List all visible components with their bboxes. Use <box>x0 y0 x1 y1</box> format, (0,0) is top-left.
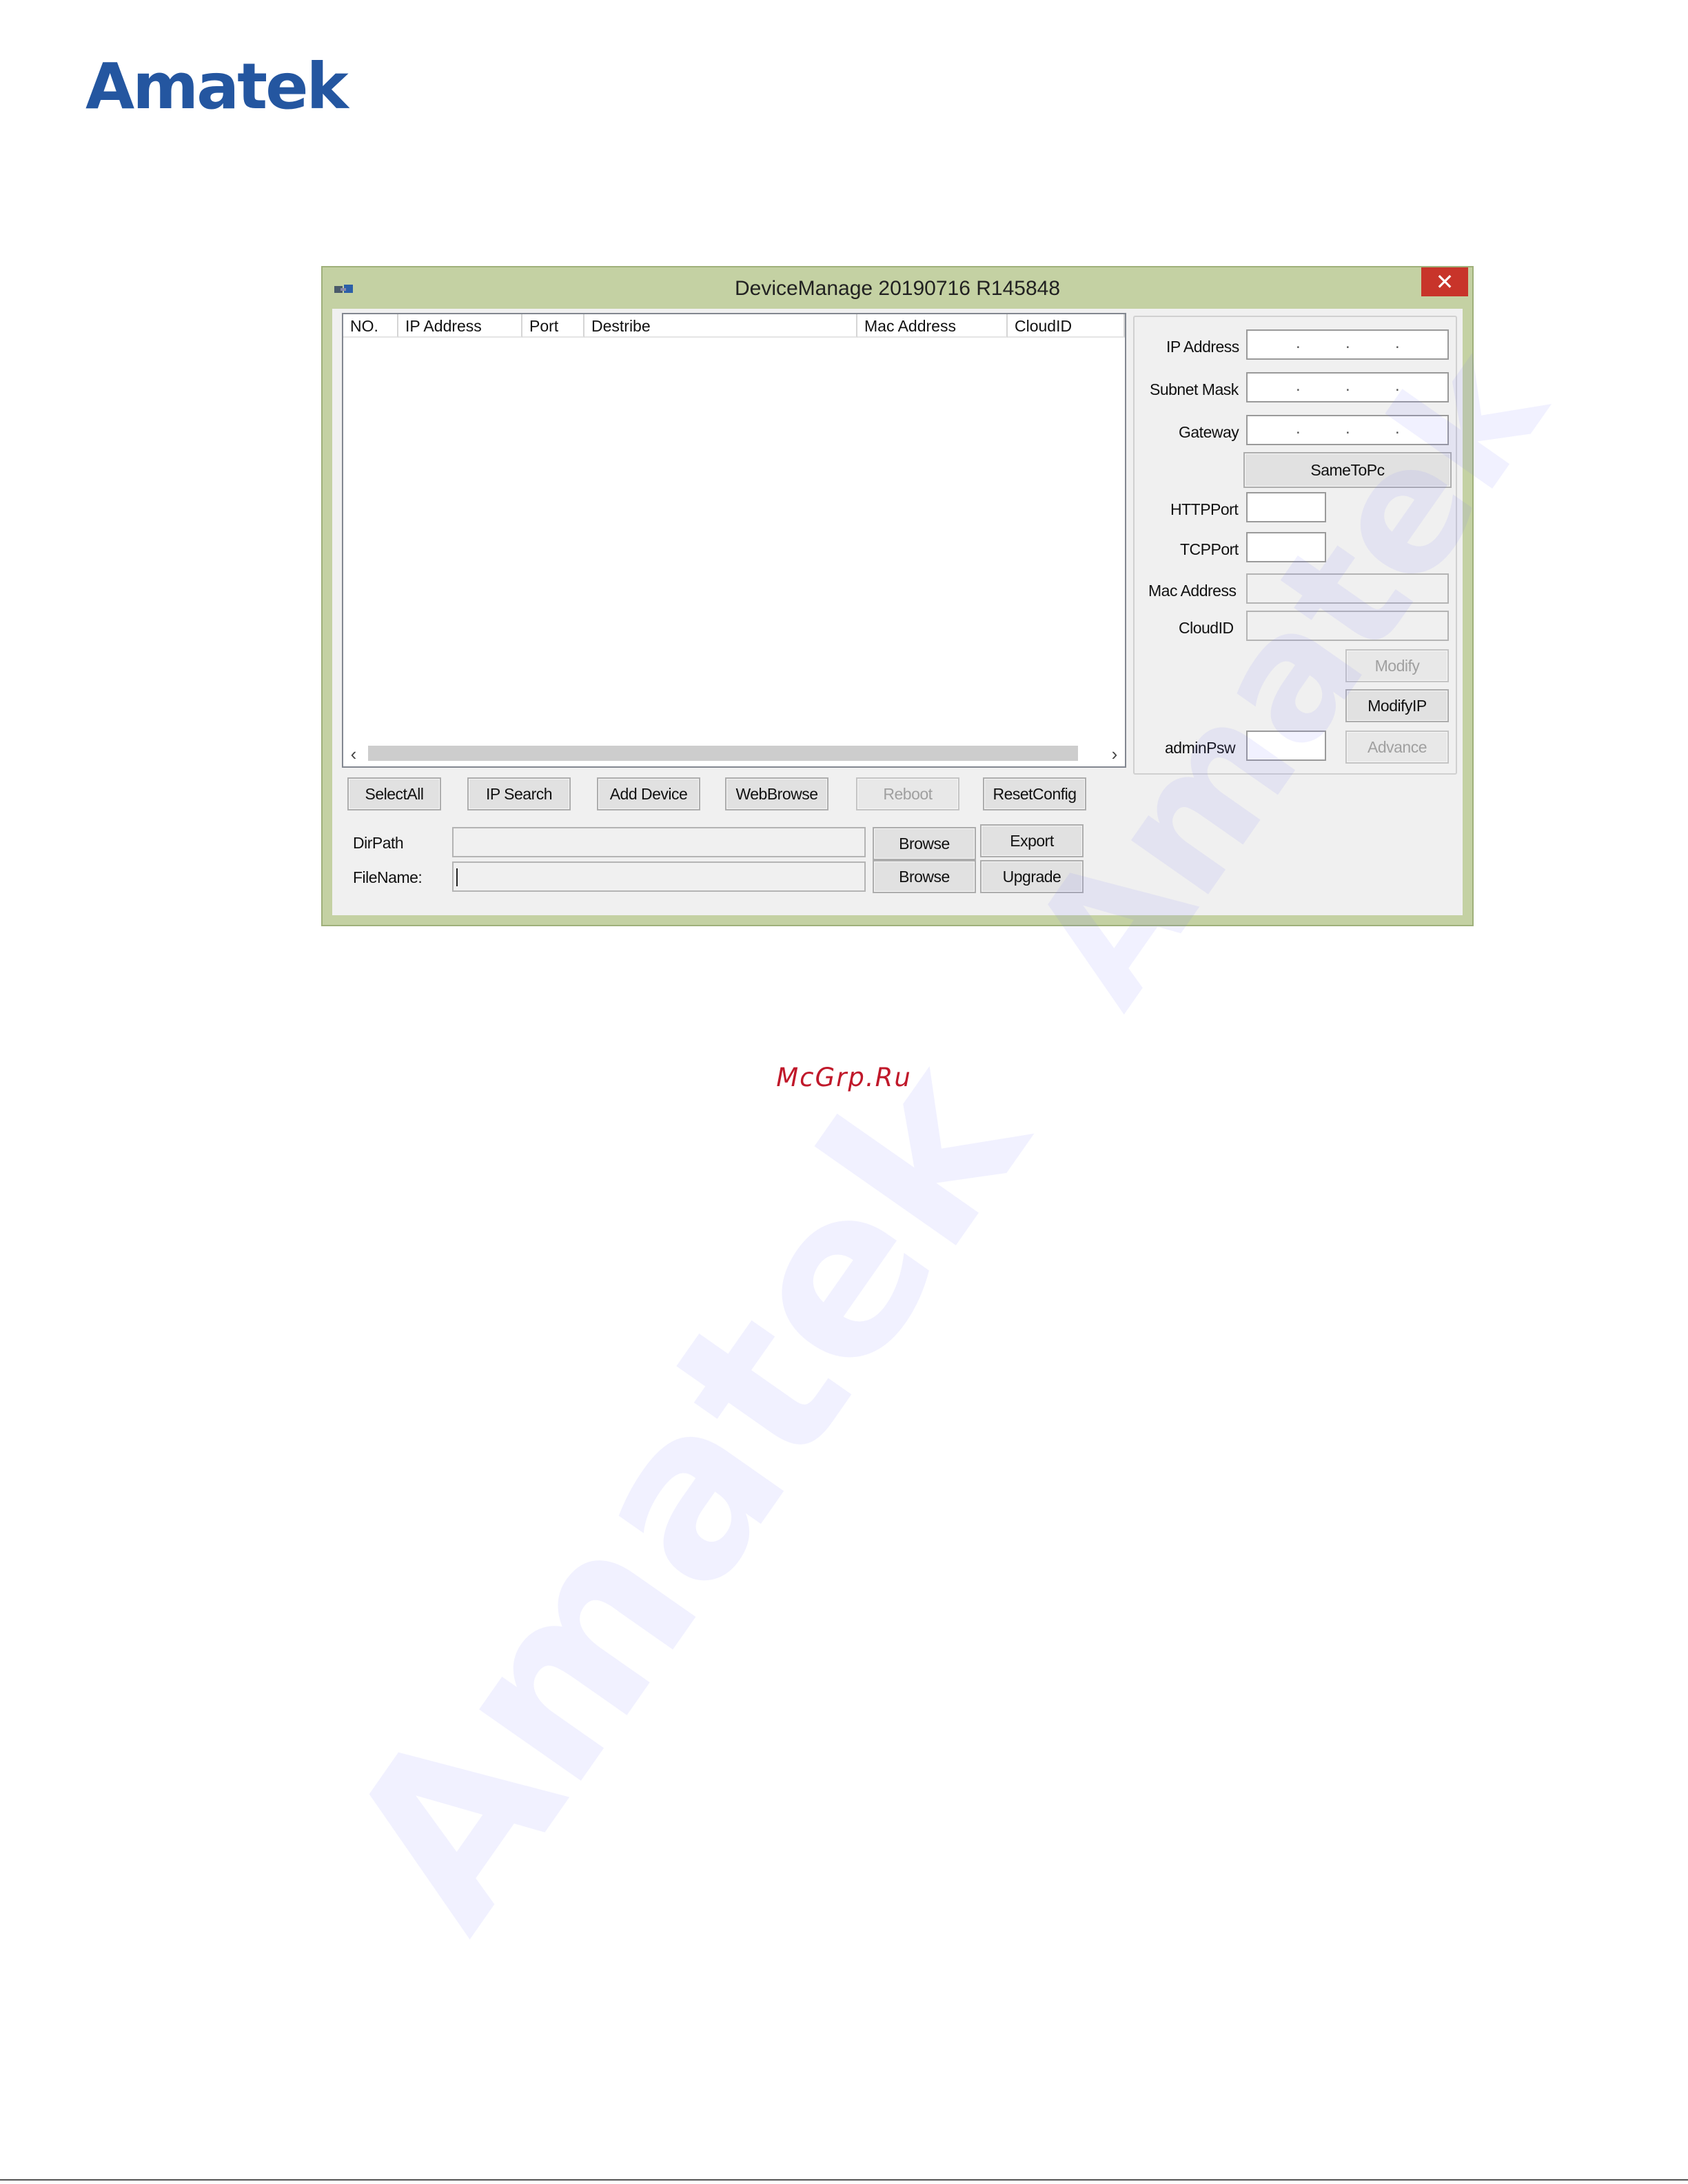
subnet-mask-label: Subnet Mask <box>1150 380 1239 398</box>
ip-address-label: IP Address <box>1166 338 1239 356</box>
upgrade-button[interactable]: Upgrade <box>980 860 1084 893</box>
admin-psw-label: adminPsw <box>1165 739 1236 757</box>
filename-browse-button[interactable]: Browse <box>873 860 976 893</box>
column-port[interactable]: Port <box>522 314 584 338</box>
device-manage-window: DeviceManage 20190716 R145848 ✕ NO. IP A… <box>321 266 1474 926</box>
text-caret <box>456 868 458 886</box>
ip-address-separators: . . . <box>1296 334 1400 352</box>
gateway-label: Gateway <box>1179 423 1239 441</box>
cloud-id-field[interactable] <box>1246 611 1449 641</box>
reset-config-button[interactable]: ResetConfig <box>983 777 1086 810</box>
cloud-id-label: CloudID <box>1179 619 1234 637</box>
advance-button[interactable]: Advance <box>1345 731 1449 764</box>
scroll-left-icon[interactable]: ‹ <box>343 743 364 765</box>
dirpath-browse-button[interactable]: Browse <box>873 827 976 860</box>
tcp-port-label: TCPPort <box>1180 540 1239 558</box>
list-header: NO. IP Address Port Destribe Mac Address… <box>343 314 1125 339</box>
subnet-mask-field[interactable]: . . . <box>1246 372 1449 402</box>
watermark-text-large: Amatek <box>296 1016 1076 1972</box>
gateway-field[interactable]: . . . <box>1246 415 1449 445</box>
close-button[interactable]: ✕ <box>1421 267 1468 296</box>
tcp-port-field[interactable] <box>1246 532 1326 562</box>
web-browse-button[interactable]: WebBrowse <box>725 777 828 810</box>
export-button[interactable]: Export <box>980 824 1084 857</box>
column-cloud-id[interactable]: CloudID <box>1008 314 1125 338</box>
filename-field[interactable] <box>452 861 866 892</box>
select-all-button[interactable]: SelectAll <box>347 777 441 810</box>
device-list[interactable]: NO. IP Address Port Destribe Mac Address… <box>342 313 1126 768</box>
scroll-right-icon[interactable]: › <box>1104 743 1125 765</box>
mac-address-label: Mac Address <box>1148 582 1237 600</box>
title-bar[interactable]: DeviceManage 20190716 R145848 ✕ <box>323 267 1472 309</box>
column-mac-address[interactable]: Mac Address <box>857 314 1008 338</box>
http-port-field[interactable] <box>1246 492 1326 522</box>
reboot-button[interactable]: Reboot <box>856 777 959 810</box>
window-title: DeviceManage 20190716 R145848 <box>734 277 1061 300</box>
brand-logo: Amatek <box>85 50 349 123</box>
same-to-pc-button[interactable]: SameToPc <box>1243 452 1452 488</box>
window-client-area: NO. IP Address Port Destribe Mac Address… <box>332 309 1463 915</box>
device-settings-group: IP Address . . . Subnet Mask . . . Gatew… <box>1133 316 1457 775</box>
column-destribe[interactable]: Destribe <box>584 314 857 338</box>
gateway-separators: . . . <box>1296 419 1400 438</box>
dirpath-label: DirPath <box>353 834 404 852</box>
admin-psw-field[interactable] <box>1246 731 1326 761</box>
filename-label: FileName: <box>353 868 423 886</box>
column-no[interactable]: NO. <box>343 314 398 338</box>
column-ip-address[interactable]: IP Address <box>398 314 522 338</box>
scroll-thumb[interactable] <box>368 746 1078 761</box>
modify-ip-button[interactable]: ModifyIP <box>1345 689 1449 722</box>
dirpath-field[interactable] <box>452 827 866 857</box>
subnet-mask-separators: . . . <box>1296 376 1400 395</box>
site-watermark-link: McGrp.Ru <box>776 1063 912 1092</box>
mac-address-field[interactable] <box>1246 573 1449 604</box>
modify-button[interactable]: Modify <box>1345 649 1449 682</box>
ip-search-button[interactable]: IP Search <box>467 777 571 810</box>
ip-address-field[interactable]: . . . <box>1246 329 1449 360</box>
add-device-button[interactable]: Add Device <box>597 777 700 810</box>
page-bottom-divider <box>0 2179 1688 2181</box>
horizontal-scrollbar[interactable]: ‹ › <box>343 742 1125 766</box>
http-port-label: HTTPPort <box>1170 500 1239 518</box>
